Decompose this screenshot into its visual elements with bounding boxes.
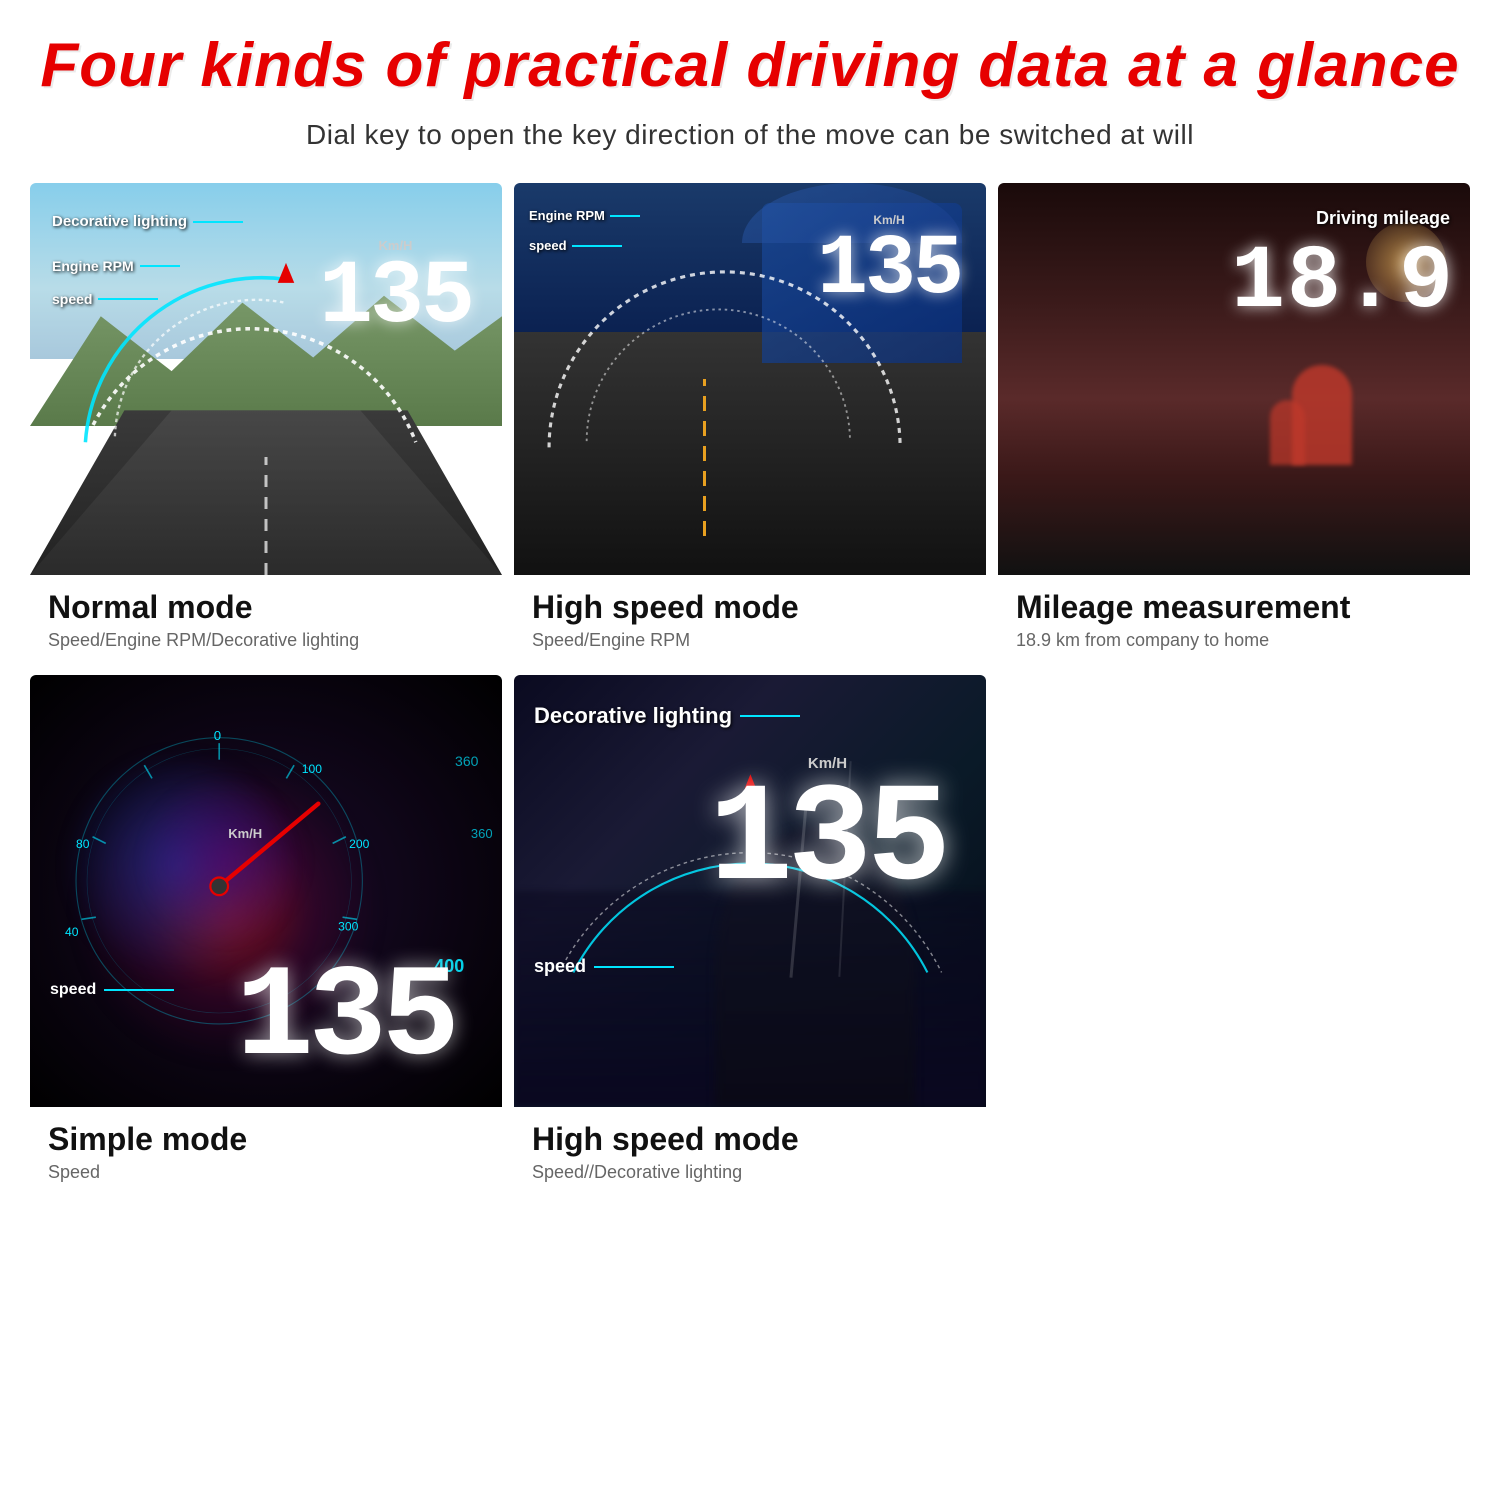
card-high-speed: Engine RPM speed Km/H 135 High s [514,183,986,663]
card-bottom-normal: Normal mode Speed/Engine RPM/Decorative … [30,575,502,663]
svg-text:200: 200 [349,836,369,850]
page-wrapper: Four kinds of practical driving data at … [0,0,1500,1500]
card-mileage: Driving mileage 18.9 Mileage measurement… [998,183,1470,663]
card-bottom-mileage: Mileage measurement 18.9 km from company… [998,575,1470,663]
speed-kmh-1: Km/H 135 [319,238,472,343]
svg-text:80: 80 [76,836,90,850]
main-title: Four kinds of practical driving data at … [40,30,1459,101]
decorative-label: Decorative lighting [52,213,243,230]
card-bottom-hs2: High speed mode Speed//Decorative lighti… [514,1107,986,1195]
mode-title-simple: Simple mode [48,1121,484,1158]
mileage-label: Driving mileage [1316,208,1450,229]
mileage-value: 18.9 [1231,238,1455,328]
engine-label-2: Engine RPM [529,208,640,223]
subtitle: Dial key to open the key direction of th… [306,119,1194,151]
speed-label-1: speed [52,291,158,307]
mode-sub-normal: Speed/Engine RPM/Decorative lighting [48,630,484,651]
mode-sub-simple: Speed [48,1162,484,1183]
engine-rpm-label: Engine RPM [52,258,180,274]
card-simple-mode: 0 100 200 300 80 40 360 360 400 Km/H [30,675,502,1195]
speed-kmh-2: Km/H 135 [817,213,961,312]
mode-title-hs2: High speed mode [532,1121,968,1158]
decorative-label-2: Decorative lighting [534,703,800,729]
svg-text:300: 300 [338,919,358,933]
grid-container: Decorative lighting Engine RPM speed [30,183,1470,1195]
card-bottom-high-speed: High speed mode Speed/Engine RPM [514,575,986,663]
mode-title-hs: High speed mode [532,589,968,626]
mode-sub-hs2: Speed//Decorative lighting [532,1162,968,1183]
svg-text:100: 100 [301,761,321,775]
mode-title-normal: Normal mode [48,589,484,626]
speed-display-5: Km/H 135 [709,755,946,912]
mode-sub-mileage: 18.9 km from company to home [1016,630,1452,651]
speed-value-simple: 135 [236,955,455,1085]
svg-text:40: 40 [65,924,79,938]
kmh-label-simple: Km/H [228,826,262,841]
speed-label-simple: speed [50,981,174,999]
svg-text:0: 0 [213,727,220,742]
speed-label-5: speed [534,956,674,977]
card-normal-mode: Decorative lighting Engine RPM speed [30,183,502,663]
mode-sub-hs: Speed/Engine RPM [532,630,968,651]
mode-title-mileage: Mileage measurement [1016,589,1452,626]
card-high-speed-2: Decorative lighting speed Km/H 135 High … [514,675,986,1195]
card-bottom-simple: Simple mode Speed [30,1107,502,1195]
speed-label-2: speed [529,238,622,253]
